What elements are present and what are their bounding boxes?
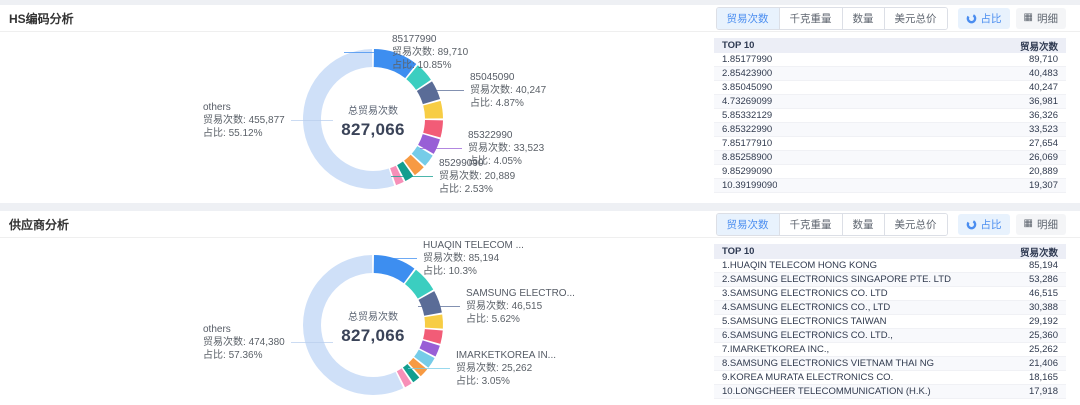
chart-callout: HUAQIN TELECOM ... 贸易次数: 85,194 占比: 10.3… [423, 240, 524, 279]
table-row[interactable]: 7.IMARKETKOREA INC., 25,262 [714, 343, 1066, 357]
table-row[interactable]: 2.85423900 40,483 [714, 67, 1066, 81]
table-row[interactable]: 2.SAMSUNG ELECTRONICS SINGAPORE PTE. LTD… [714, 273, 1066, 287]
donut-slice[interactable] [374, 255, 415, 283]
metric-weight-button[interactable]: 千克重量 [780, 214, 843, 235]
table-row[interactable]: 1.85177990 89,710 [714, 53, 1066, 67]
chart-callout: 85177990 贸易次数: 89,710 占比: 10.85% [392, 34, 468, 73]
table-icon: ▦ [1024, 219, 1033, 229]
table-row[interactable]: 5.SAMSUNG ELECTRONICS TAIWAN 29,192 [714, 315, 1066, 329]
metric-quantity-button[interactable]: 数量 [843, 214, 885, 235]
panel-header: HS编码分析 贸易次数 千克重量 数量 美元总价 占比 ▦ 明细 [0, 5, 1080, 32]
detail-view-button[interactable]: ▦ 明细 [1016, 214, 1066, 235]
table-icon: ▦ [1024, 13, 1033, 23]
chart-callout: IMARKETKOREA IN... 贸易次数: 25,262 占比: 3.05… [456, 350, 556, 389]
leader-line [420, 148, 462, 149]
leader-line [422, 90, 464, 91]
table-row[interactable]: 7.85177910 27,654 [714, 137, 1066, 151]
table-row[interactable]: 3.85045090 40,247 [714, 81, 1066, 95]
metric-toggle-group: 贸易次数 千克重量 数量 美元总价 [716, 213, 948, 236]
table-row[interactable]: 5.85332129 36,326 [714, 109, 1066, 123]
metric-toggle-group: 贸易次数 千克重量 数量 美元总价 [716, 7, 948, 30]
supplier-analysis-panel: 供应商分析 贸易次数 千克重量 数量 美元总价 占比 ▦ 明细 [0, 211, 1080, 405]
table-row[interactable]: 10.LONGCHEER TELECOMMUNICATION (H.K.) 17… [714, 385, 1066, 399]
table-row[interactable]: 9.85299090 20,889 [714, 165, 1066, 179]
metric-weight-button[interactable]: 千克重量 [780, 8, 843, 29]
others-callout: others 贸易次数: 474,380 占比: 57.36% [203, 324, 285, 363]
rank-header: TOP 10 [722, 40, 754, 51]
metric-usd-button[interactable]: 美元总价 [885, 214, 947, 235]
chart-callout: SAMSUNG ELECTRO... 贸易次数: 46,515 占比: 5.62… [466, 288, 575, 327]
value-header: 贸易次数 [1020, 245, 1058, 259]
table-row[interactable]: 8.SAMSUNG ELECTRONICS VIETNAM THAI NG 21… [714, 357, 1066, 371]
donut-center-total: 总贸易次数 827,066 [313, 102, 433, 140]
table-header: TOP 10 贸易次数 [714, 38, 1066, 53]
ratio-view-button[interactable]: 占比 [958, 8, 1010, 29]
table-row[interactable]: 10.39199090 19,307 [714, 179, 1066, 193]
top10-table: TOP 10 贸易次数 1.HUAQIN TELECOM HONG KONG 8… [714, 244, 1066, 399]
panel-content: 总贸易次数 827,066 85177990 贸易次数: 89,710 占比: … [0, 32, 1080, 203]
table-body: 1.HUAQIN TELECOM HONG KONG 85,194 2.SAMS… [714, 259, 1066, 399]
value-header: 贸易次数 [1020, 39, 1058, 53]
view-toggle-group: 占比 ▦ 明细 [958, 214, 1066, 235]
table-row[interactable]: 6.85322990 33,523 [714, 123, 1066, 137]
table-row[interactable]: 4.SAMSUNG ELECTRONICS CO., LTD 30,388 [714, 301, 1066, 315]
rank-header: TOP 10 [722, 246, 754, 257]
leader-line [408, 368, 450, 369]
panel-header: 供应商分析 贸易次数 千克重量 数量 美元总价 占比 ▦ 明细 [0, 211, 1080, 238]
panel-content: 总贸易次数 827,066 HUAQIN TELECOM ... 贸易次数: 8… [0, 238, 1080, 405]
leader-line [344, 52, 386, 53]
table-body: 1.85177990 89,710 2.85423900 40,483 3.85… [714, 53, 1066, 193]
table-row[interactable]: 3.SAMSUNG ELECTRONICS CO. LTD 46,515 [714, 287, 1066, 301]
top10-table: TOP 10 贸易次数 1.85177990 89,710 2.85423900… [714, 38, 1066, 193]
others-callout: others 贸易次数: 455,877 占比: 55.12% [203, 102, 285, 141]
detail-view-button[interactable]: ▦ 明细 [1016, 8, 1066, 29]
toolbar: 贸易次数 千克重量 数量 美元总价 占比 ▦ 明细 [716, 7, 1066, 30]
donut-center-total: 总贸易次数 827,066 [313, 308, 433, 346]
table-header: TOP 10 贸易次数 [714, 244, 1066, 259]
panel-title: 供应商分析 [9, 216, 69, 233]
donut-chart-icon [966, 13, 977, 24]
ratio-view-button[interactable]: 占比 [958, 214, 1010, 235]
panel-title: HS编码分析 [9, 10, 74, 27]
table-row[interactable]: 8.85258900 26,069 [714, 151, 1066, 165]
hs-code-analysis-panel: HS编码分析 贸易次数 千克重量 数量 美元总价 占比 ▦ 明细 [0, 5, 1080, 203]
chart-callout: 85299090 贸易次数: 20,889 占比: 2.53% [439, 158, 515, 197]
table-row[interactable]: 4.73269099 36,981 [714, 95, 1066, 109]
table-row[interactable]: 1.HUAQIN TELECOM HONG KONG 85,194 [714, 259, 1066, 273]
leader-line [291, 342, 333, 343]
toolbar: 贸易次数 千克重量 数量 美元总价 占比 ▦ 明细 [716, 213, 1066, 236]
donut-chart-icon [966, 219, 977, 230]
chart-callout: 85045090 贸易次数: 40,247 占比: 4.87% [470, 72, 546, 111]
metric-quantity-button[interactable]: 数量 [843, 8, 885, 29]
metric-trades-button[interactable]: 贸易次数 [717, 214, 780, 235]
metric-usd-button[interactable]: 美元总价 [885, 8, 947, 29]
view-toggle-group: 占比 ▦ 明细 [958, 8, 1066, 29]
leader-line [391, 176, 433, 177]
leader-line [375, 258, 417, 259]
table-row[interactable]: 9.KOREA MURATA ELECTRONICS CO. 18,165 [714, 371, 1066, 385]
table-row[interactable]: 6.SAMSUNG ELECTRONICS CO. LTD., 25,360 [714, 329, 1066, 343]
leader-line [418, 306, 460, 307]
metric-trades-button[interactable]: 贸易次数 [717, 8, 780, 29]
leader-line [291, 120, 333, 121]
